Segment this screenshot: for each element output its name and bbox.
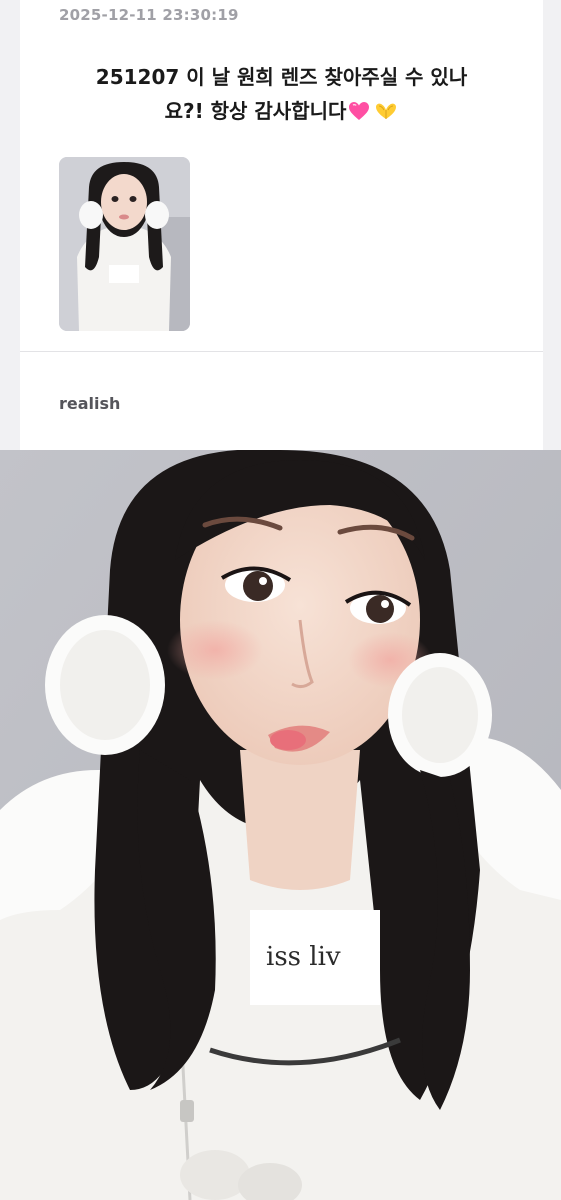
post-timestamp: 2025-12-11 23:30:19 xyxy=(59,6,239,24)
question-text: 251207 이 날 원희 렌즈 찾아주실 수 있나 요?! 항상 감사합니다 xyxy=(50,60,513,128)
section-divider xyxy=(20,351,543,352)
photo-thumbnail[interactable] xyxy=(59,157,190,331)
question-card: 2025-12-11 23:30:19 251207 이 날 원희 렌즈 찾아주… xyxy=(20,0,543,450)
pink-heart-icon xyxy=(349,102,370,120)
question-line-2: 요?! 항상 감사합니다 xyxy=(164,99,347,123)
selfie-photo: iss liv xyxy=(0,450,561,1200)
shirt-print-text: iss liv xyxy=(266,942,341,972)
selfie-image: iss liv xyxy=(0,450,561,1200)
heart-hands-icon xyxy=(376,103,397,119)
question-line-1: 251207 이 날 원희 렌즈 찾아주실 수 있나 xyxy=(95,65,468,89)
thumbnail-image xyxy=(59,157,190,331)
answer-author-name[interactable]: realish xyxy=(59,394,120,413)
